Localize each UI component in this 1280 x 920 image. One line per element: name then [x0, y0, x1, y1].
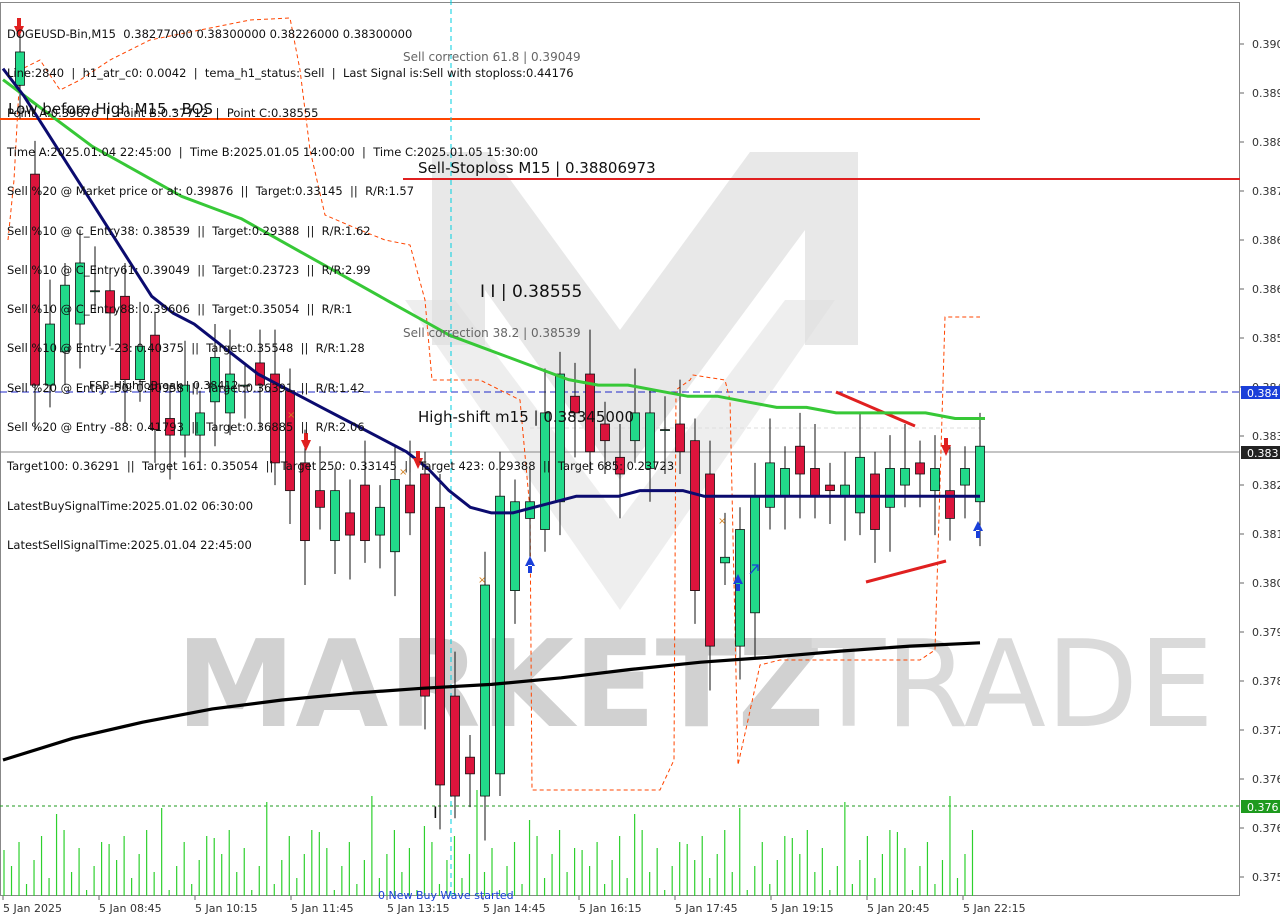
price-tick-label: 0.385 — [1252, 332, 1280, 345]
bull-candle-body — [885, 468, 895, 508]
new-buy-wave-label: 0 New Buy Wave started — [378, 889, 514, 902]
price-tick-label: 0.386 — [1252, 234, 1280, 247]
low-marker-label: I — [433, 803, 438, 822]
time-tick-label: 5 Jan 11:45 — [291, 902, 354, 915]
bear-candle-body — [795, 445, 805, 475]
time-tick-label: 5 Jan 10:15 — [195, 902, 258, 915]
bull-candle-body — [765, 462, 775, 508]
bear-candle-body — [870, 473, 880, 530]
time-tick-label: 5 Jan 16:15 — [579, 902, 642, 915]
bull-candle-body — [975, 445, 985, 503]
bull-candle-body — [720, 556, 730, 564]
x-marker: × — [718, 516, 726, 527]
price-tick-label: 0.390 — [1252, 38, 1280, 51]
bull-candle-body — [750, 495, 760, 614]
bull-candle-body — [900, 468, 910, 486]
price-tick-label: 0.383 — [1252, 430, 1280, 443]
price-tick-label: 0.377 — [1252, 724, 1280, 737]
price-tag-high-to-break-text: 0.384 — [1247, 387, 1279, 400]
bull-candle-body — [930, 468, 940, 492]
price-tag-high-to-break: 0.384 — [1241, 386, 1280, 400]
price-tick-label: 0.389 — [1252, 87, 1280, 100]
indicator-line: Line:2840 | h1_atr_c0: 0.0042 | tema_h1_… — [7, 66, 574, 81]
indicator-line: LatestSellSignalTime:2025.01.04 22:45:00 — [7, 537, 252, 552]
price-tag-current-text: 0.383 — [1247, 447, 1279, 460]
price-tick-label: 0.381 — [1252, 528, 1280, 541]
time-tick-label: 5 Jan 2025 — [3, 902, 62, 915]
indicator-line: Sell %20 @ Entry -88: 0.41793 || Target:… — [7, 420, 365, 434]
bear-candle-body — [705, 473, 715, 647]
bear-candle-body — [465, 756, 475, 775]
indicator-line: Sell %10 @ C_Entry38: 0.38539 || Target:… — [7, 223, 371, 238]
indicator-line: Target100: 0.36291 || Target 161: 0.3505… — [7, 459, 675, 474]
watermark-right: TRADE — [811, 616, 1214, 755]
bull-candle-body — [780, 468, 790, 497]
bull-candle-body — [855, 456, 865, 514]
x-marker: × — [478, 575, 486, 586]
bull-candle-body — [840, 484, 850, 497]
indicator-line: Sell %10 @ Entry -23: 0.40375 || Target:… — [7, 341, 365, 356]
indicator-line: LatestBuySignalTime:2025.01.02 06:30:00 — [7, 498, 254, 513]
price-tag-current: 0.383 — [1241, 446, 1280, 460]
indicator-overlay: DOGEUSD-Bin,M15 0.38277000 0.38300000 0.… — [7, 2, 674, 565]
indicator-line: Sell %10 @ C_Entry61: 0.39049 || Target:… — [7, 262, 371, 277]
time-tick-label: 5 Jan 22:15 — [963, 902, 1026, 915]
price-tag-low-line-text: 0.376 — [1247, 801, 1279, 814]
price-tick-label: 0.380 — [1252, 577, 1280, 590]
price-tick-label: 0.378 — [1252, 675, 1280, 688]
bull-candle-body — [960, 468, 970, 486]
indicator-line: Point A:0.39876 | Point B:0.37712 | Poin… — [7, 105, 319, 120]
bear-candle-body — [915, 462, 925, 475]
time-tick-label: 5 Jan 08:45 — [99, 902, 162, 915]
time-tick-label: 5 Jan 17:45 — [675, 902, 738, 915]
bear-candle-body — [810, 468, 820, 497]
price-tick-label: 0.375 — [1252, 871, 1280, 884]
price-tick-label: 0.388 — [1252, 136, 1280, 149]
price-tick-label: 0.376 — [1252, 822, 1280, 835]
price-tick-label: 0.379 — [1252, 626, 1280, 639]
time-tick-label: 5 Jan 14:45 — [483, 902, 546, 915]
time-tick-label: 5 Jan 19:15 — [771, 902, 834, 915]
price-tick-label: 0.386 — [1252, 283, 1280, 296]
price-tick-label: 0.387 — [1252, 185, 1280, 198]
symbol-line: DOGEUSD-Bin,M15 0.38277000 0.38300000 0.… — [7, 27, 413, 42]
bear-candle-body — [690, 440, 700, 591]
indicator-line: Sell %20 @ Entry -50: 0.40958 || Target:… — [7, 380, 365, 395]
bear-candle-body — [675, 423, 685, 453]
indicator-line: Sell %20 @ Market price or at: 0.39876 |… — [7, 184, 415, 199]
bull-candle-body — [480, 584, 490, 797]
indicator-line: Sell %10 @ C_Entry88: 0.39606 || Target:… — [7, 302, 353, 317]
price-tick-label: 0.376 — [1252, 773, 1280, 786]
bear-candle-body — [450, 695, 460, 797]
price-tag-low-line: 0.376 — [1241, 800, 1280, 814]
bear-candle-body — [825, 484, 835, 492]
indicator-line: Time A:2025.01.04 22:45:00 | Time B:2025… — [7, 145, 539, 160]
time-tick-label: 5 Jan 20:45 — [867, 902, 930, 915]
time-tick-label: 5 Jan 13:15 — [387, 902, 450, 915]
price-tick-label: 0.382 — [1252, 479, 1280, 492]
